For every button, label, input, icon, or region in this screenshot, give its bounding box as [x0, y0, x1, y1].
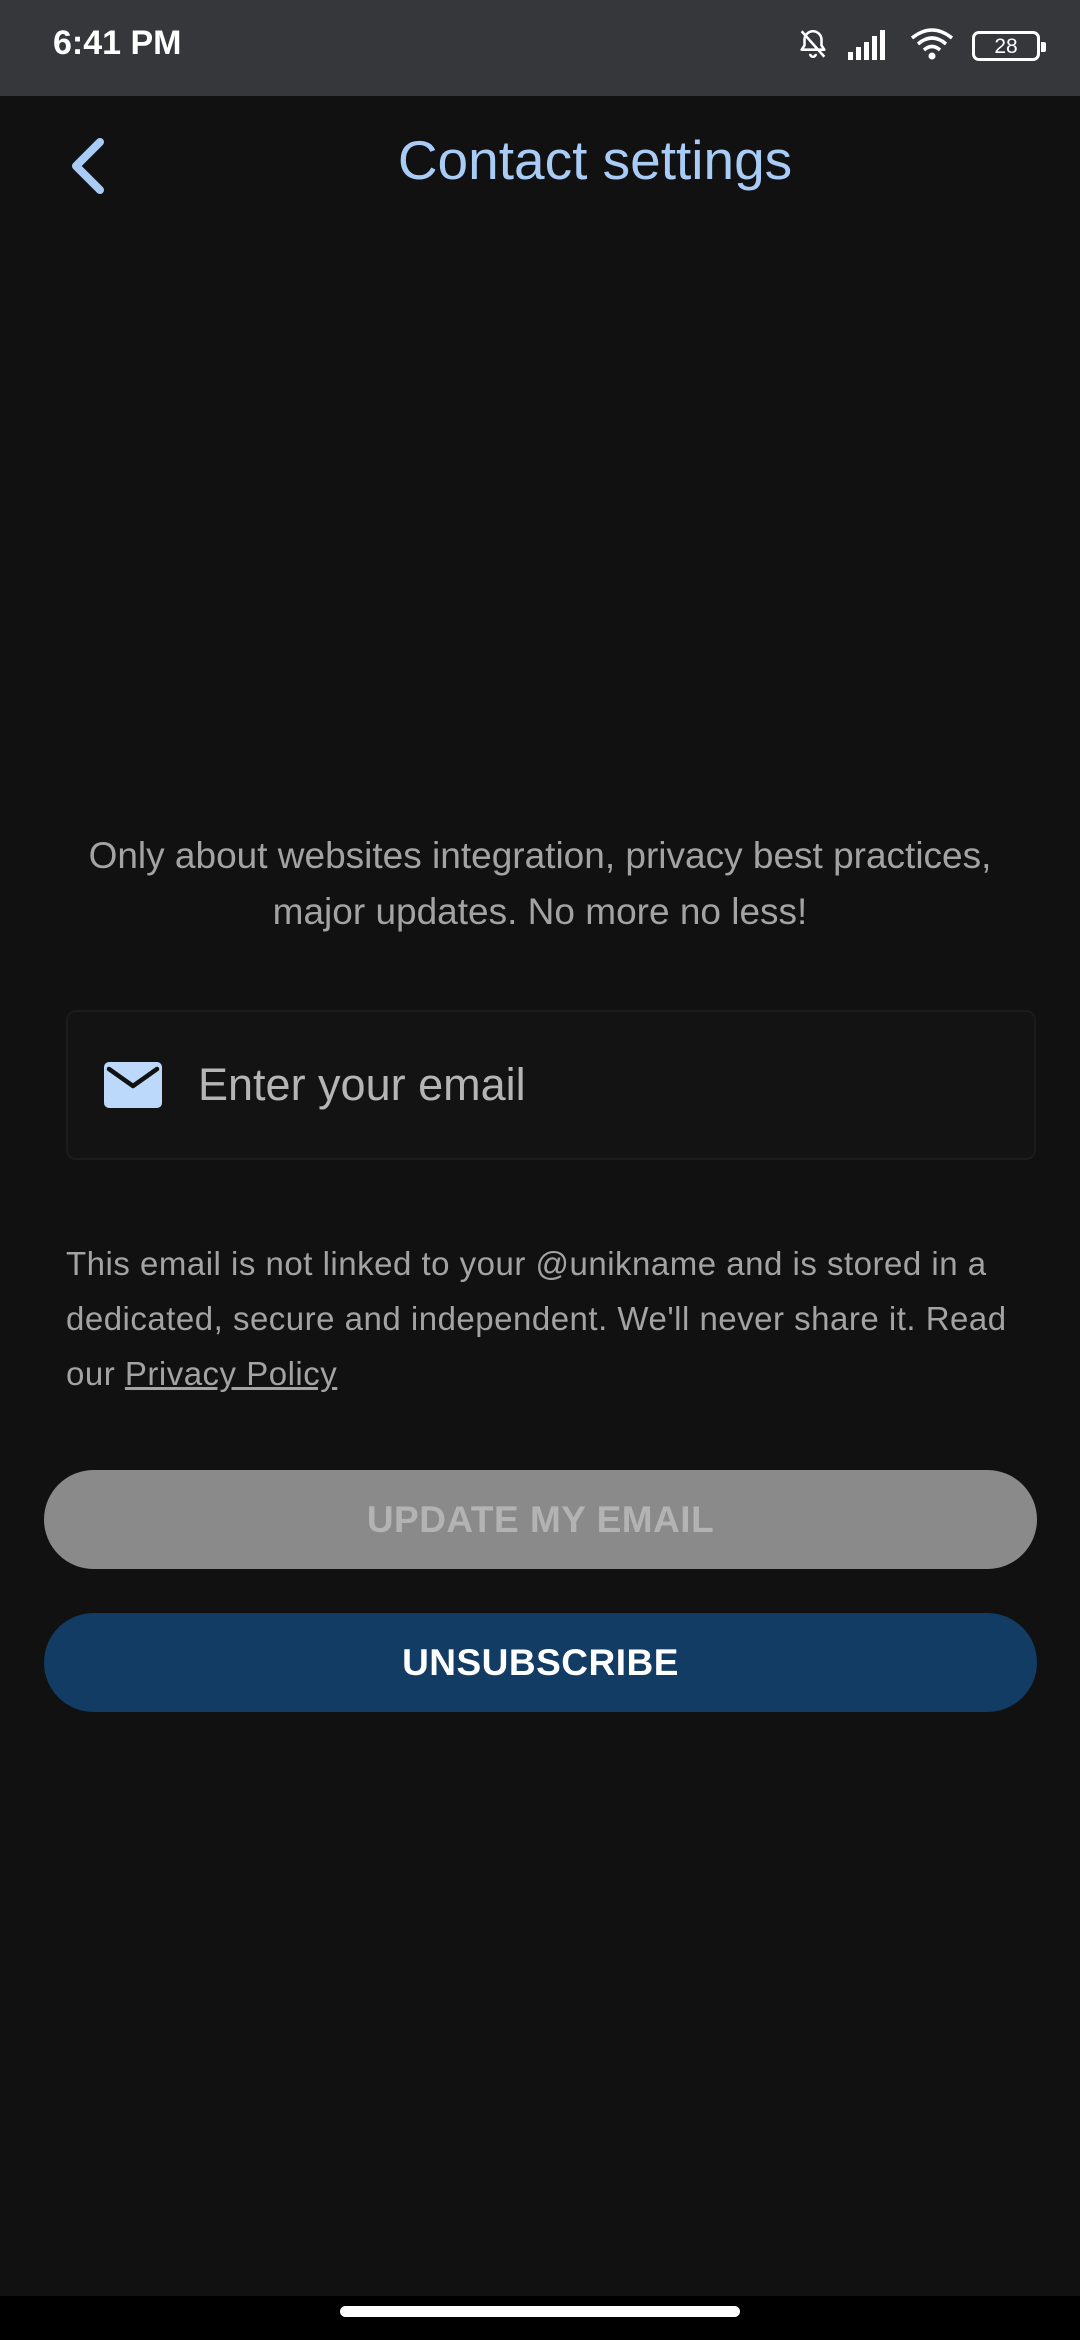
- contact-settings-screen: 6:41 PM 28 Contact settings Only about w…: [0, 0, 1080, 2340]
- email-input[interactable]: [198, 1012, 1034, 1158]
- bell-off-icon: [796, 27, 830, 66]
- status-icons: 28: [796, 22, 1046, 70]
- battery-icon: 28: [972, 31, 1046, 61]
- header: Contact settings: [0, 96, 1080, 236]
- email-field[interactable]: [66, 1010, 1036, 1160]
- status-bar: 6:41 PM 28: [0, 0, 1080, 96]
- navigation-bar: [0, 2296, 1080, 2340]
- unsubscribe-button[interactable]: UNSUBSCRIBE: [44, 1613, 1037, 1712]
- signal-icon: [848, 28, 892, 65]
- wifi-icon: [910, 26, 954, 67]
- description-text: Only about websites integration, privacy…: [88, 835, 992, 932]
- battery-level: 28: [994, 34, 1018, 58]
- status-time: 6:41 PM: [53, 24, 182, 62]
- home-indicator[interactable]: [340, 2306, 740, 2317]
- privacy-notice: This email is not linked to your @unikna…: [66, 1236, 1036, 1401]
- privacy-policy-link[interactable]: Privacy Policy: [125, 1355, 337, 1392]
- update-email-button[interactable]: UPDATE MY EMAIL: [44, 1470, 1037, 1569]
- page-title: Contact settings: [397, 129, 793, 191]
- mail-icon: [104, 1062, 162, 1108]
